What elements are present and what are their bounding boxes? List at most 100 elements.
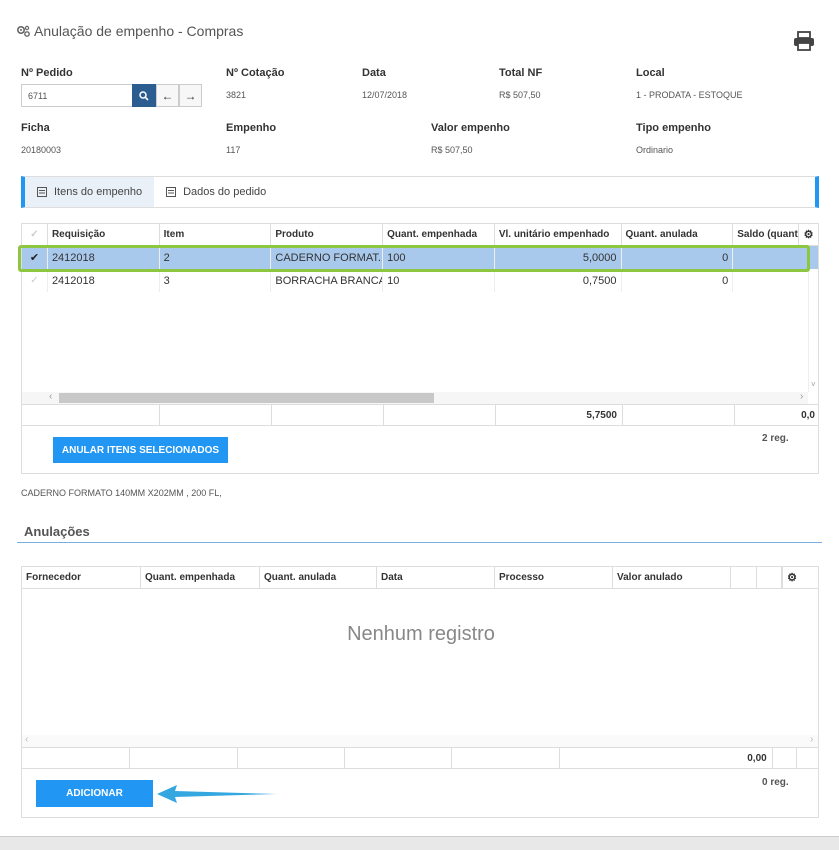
pedido-label: Nº Pedido — [21, 67, 73, 79]
chevron-left-icon: ‹ — [49, 391, 53, 402]
anulacoes-panel-footer: ADICIONAR 0 reg. — [21, 769, 819, 818]
cell-item: 2 — [160, 246, 272, 269]
cell-vl-unitario: 0,7500 — [495, 269, 622, 292]
col-data[interactable]: Data — [377, 567, 495, 588]
scrollbar-thumb[interactable] — [59, 393, 434, 403]
col-vl-unitario[interactable]: Vl. unitário empenhado — [495, 224, 622, 245]
cell-saldo — [733, 246, 818, 269]
valor-empenho-label: Valor empenho — [431, 122, 510, 134]
bottom-bar — [0, 836, 839, 850]
ficha-label: Ficha — [21, 122, 50, 134]
items-grid: ✓ Requisição Item Produto Quant. empenha… — [21, 223, 819, 426]
cell-quant-empenhada: 10 — [383, 269, 495, 292]
chevron-right-icon: › — [800, 391, 804, 402]
col-item[interactable]: Item — [160, 224, 272, 245]
col-produto[interactable]: Produto — [271, 224, 384, 245]
col-processo[interactable]: Processo — [495, 567, 613, 588]
horizontal-scrollbar[interactable]: ‹ › — [22, 734, 818, 747]
search-icon — [139, 90, 149, 101]
items-grid-footer: 5,7500 0,0 — [22, 404, 818, 425]
search-button[interactable] — [132, 84, 156, 107]
page-title: Anulação de empenho - Compras — [34, 23, 244, 39]
anulacoes-title: Anulações — [24, 524, 90, 539]
arrow-pointer-icon — [157, 785, 277, 803]
tipo-empenho-value: Ordinario — [636, 145, 674, 155]
tab-bar: Itens do empenho Dados do pedido — [21, 176, 819, 208]
tab-label: Itens do empenho — [54, 186, 143, 198]
items-panel-footer: ANULAR ITENS SELECIONADOS 2 reg. — [21, 426, 819, 474]
vertical-scrollbar[interactable]: ˅ — [808, 246, 818, 392]
table-row[interactable]: ✓ 2412018 3 BORRACHA BRANCA- 10 0,7500 0 — [22, 269, 818, 292]
anulacoes-reg-count: 0 reg. — [762, 777, 789, 788]
check-icon: ✔ — [29, 252, 40, 264]
col-quant-empenhada[interactable]: Quant. empenhada — [383, 224, 495, 245]
total-nf-value: R$ 507,50 — [499, 90, 541, 100]
data-label: Data — [362, 67, 386, 79]
total-nf-label: Total NF — [499, 67, 543, 79]
anulacoes-grid-footer: 0,00 — [22, 747, 818, 768]
gears-icon — [16, 25, 30, 37]
next-button[interactable]: → — [179, 84, 202, 107]
check-icon: ✓ — [30, 275, 39, 286]
col-fornecedor[interactable]: Fornecedor — [22, 567, 141, 588]
product-description: CADERNO FORMATO 140MM X202MM , 200 FL, — [21, 488, 222, 498]
cell-quant-anulada: 0 — [622, 269, 734, 292]
list-icon — [166, 187, 177, 197]
cotacao-label: Nº Cotação — [226, 67, 285, 79]
arrow-left-icon: ← — [161, 88, 174, 103]
tab-dados-do-pedido[interactable]: Dados do pedido — [154, 177, 278, 207]
ficha-value: 20180003 — [21, 145, 62, 155]
print-icon[interactable] — [793, 31, 815, 51]
cotacao-value: 3821 — [226, 90, 247, 100]
valor-empenho-value: R$ 507,50 — [431, 145, 473, 155]
tab-itens-do-empenho[interactable]: Itens do empenho — [25, 177, 155, 207]
chevron-left-icon: ‹ — [25, 734, 29, 745]
local-value: 1 - PRODATA - ESTOQUE — [636, 90, 743, 100]
cell-produto: BORRACHA BRANCA- — [271, 269, 384, 292]
grid-settings-button[interactable]: ⚙ — [782, 567, 801, 588]
items-reg-count: 2 reg. — [762, 433, 789, 444]
list-icon — [37, 187, 47, 197]
check-icon: ✓ — [30, 229, 39, 240]
items-grid-header: ✓ Requisição Item Produto Quant. empenha… — [22, 224, 818, 246]
footer-total: 5,7500 — [496, 405, 623, 425]
gear-icon: ⚙ — [803, 229, 814, 241]
gear-icon: ⚙ — [787, 572, 797, 584]
footer-saldo: 0,0 — [801, 410, 815, 421]
cell-produto: CADERNO FORMAT... — [271, 246, 384, 269]
pedido-input[interactable] — [21, 84, 132, 107]
cell-requisicao: 2412018 — [48, 269, 160, 292]
empenho-value: 117 — [226, 145, 241, 155]
select-all-checkbox[interactable]: ✓ — [22, 224, 48, 245]
cell-requisicao: 2412018 — [48, 246, 160, 269]
col-saldo[interactable]: Saldo (quanti — [733, 224, 800, 245]
row-checkbox[interactable]: ✓ — [22, 269, 48, 292]
cell-quant-anulada: 0 — [622, 246, 734, 269]
chevron-right-icon: › — [810, 734, 814, 745]
horizontal-scrollbar[interactable]: ‹ › — [22, 391, 808, 404]
cell-item: 3 — [160, 269, 272, 292]
adicionar-button[interactable]: ADICIONAR — [36, 780, 153, 807]
cell-quant-empenhada: 100 — [383, 246, 495, 269]
previous-button[interactable]: ← — [156, 84, 179, 107]
col-quant-anulada[interactable]: Quant. anulada — [260, 567, 377, 588]
chevron-down-icon: ˅ — [811, 380, 816, 389]
col-requisicao[interactable]: Requisição — [48, 224, 160, 245]
anulacoes-grid-header: Fornecedor Quant. empenhada Quant. anula… — [22, 567, 818, 589]
data-value: 12/07/2018 — [362, 90, 408, 100]
row-checkbox[interactable]: ✔ — [22, 246, 48, 269]
footer-total: 0,00 — [560, 748, 773, 768]
table-row-selected[interactable]: ✔ 2412018 2 CADERNO FORMAT... 100 5,0000… — [22, 246, 818, 269]
anulacoes-grid: Fornecedor Quant. empenhada Quant. anula… — [21, 566, 819, 769]
anular-itens-button[interactable]: ANULAR ITENS SELECIONADOS — [53, 437, 228, 463]
section-divider — [17, 542, 822, 543]
cell-saldo — [733, 269, 818, 292]
tipo-empenho-label: Tipo empenho — [636, 122, 711, 134]
col-quant-anulada[interactable]: Quant. anulada — [622, 224, 734, 245]
local-label: Local — [636, 67, 665, 79]
col-quant-empenhada[interactable]: Quant. empenhada — [141, 567, 260, 588]
empty-state: Nenhum registro — [347, 623, 495, 645]
col-valor-anulado[interactable]: Valor anulado — [613, 567, 731, 588]
empenho-label: Empenho — [226, 122, 277, 134]
grid-settings-button[interactable]: ⚙ — [799, 224, 818, 245]
